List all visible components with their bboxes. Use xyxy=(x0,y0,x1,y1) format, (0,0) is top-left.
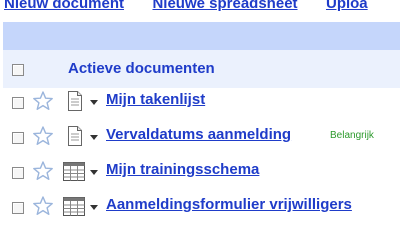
star-icon[interactable] xyxy=(32,195,54,217)
spreadsheet-icon xyxy=(63,162,85,181)
docs-list-view: Nieuw document Nieuwe spreadsheet Uploa … xyxy=(0,0,400,225)
document-title-link[interactable]: Mijn takenlijst xyxy=(106,91,205,108)
row-checkbox[interactable] xyxy=(12,97,24,109)
upload-link[interactable]: Uploa xyxy=(326,0,368,12)
row-checkbox[interactable] xyxy=(12,167,24,179)
toolbar: Nieuw document Nieuwe spreadsheet Uploa xyxy=(4,0,392,13)
document-icon xyxy=(68,91,82,111)
list-header: Actieve documenten xyxy=(3,50,400,88)
list-header-title: Actieve documenten xyxy=(68,60,215,77)
chevron-down-icon[interactable] xyxy=(90,100,98,105)
chevron-down-icon[interactable] xyxy=(90,170,98,175)
list-item[interactable]: Aanmeldingsformulier vrijwilligers xyxy=(3,191,400,225)
spreadsheet-title-link[interactable]: Aanmeldingsformulier vrijwilligers xyxy=(106,196,352,213)
important-tag[interactable]: Belangrijk xyxy=(330,130,374,141)
new-document-link[interactable]: Nieuw document xyxy=(4,0,124,12)
chevron-down-icon[interactable] xyxy=(90,135,98,140)
document-title-link[interactable]: Vervaldatums aanmelding xyxy=(106,126,291,143)
new-spreadsheet-link[interactable]: Nieuwe spreadsheet xyxy=(152,0,297,12)
spreadsheet-icon xyxy=(63,197,85,216)
star-icon[interactable] xyxy=(32,125,54,147)
star-icon[interactable] xyxy=(32,160,54,182)
row-checkbox[interactable] xyxy=(12,132,24,144)
star-icon[interactable] xyxy=(32,90,54,112)
spreadsheet-title-link[interactable]: Mijn trainingsschema xyxy=(106,161,259,178)
row-checkbox[interactable] xyxy=(12,202,24,214)
list-item[interactable]: Vervaldatums aanmelding Belangrijk xyxy=(3,121,400,155)
action-bar xyxy=(3,22,400,50)
chevron-down-icon[interactable] xyxy=(90,205,98,210)
list-item[interactable]: Mijn takenlijst xyxy=(3,86,400,120)
list-item[interactable]: Mijn trainingsschema xyxy=(3,156,400,190)
select-all-checkbox[interactable] xyxy=(12,64,24,76)
document-icon xyxy=(68,126,82,146)
